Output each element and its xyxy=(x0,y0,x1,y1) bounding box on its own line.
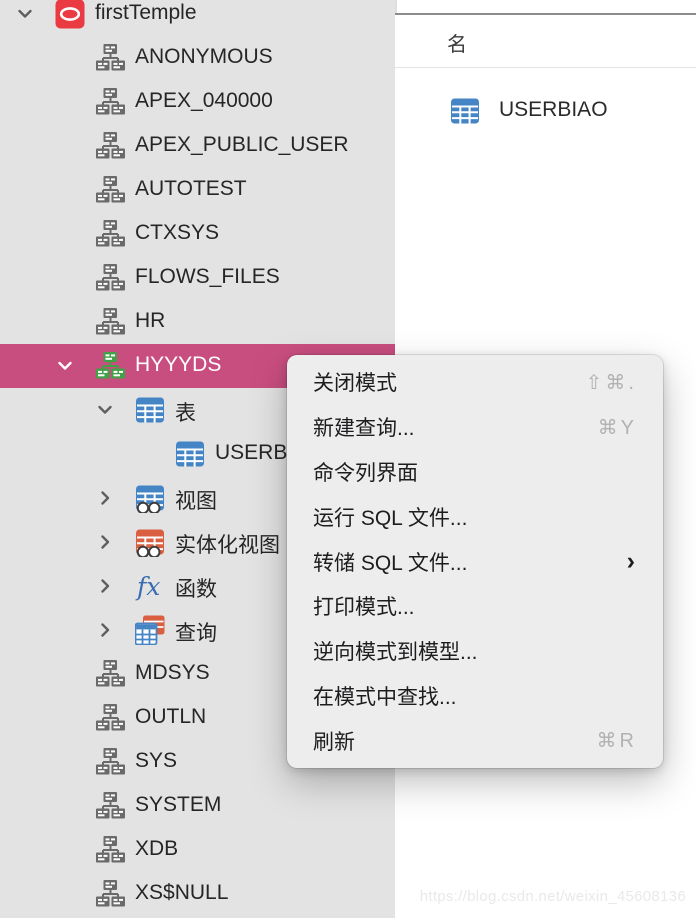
table-icon xyxy=(175,439,205,469)
chevron-right-icon[interactable] xyxy=(94,487,116,509)
menu-item-label: 命令列界面 xyxy=(313,457,418,487)
chevron-down-icon[interactable] xyxy=(94,399,116,421)
watermark: https://blog.csdn.net/weixin_45608136 xyxy=(420,888,686,905)
table-icon xyxy=(450,96,480,126)
tree-item-schema-autotest[interactable]: AUTOTEST xyxy=(0,168,395,212)
menu-item-find-in-schema[interactable]: 在模式中查找... xyxy=(287,673,663,718)
table-icon xyxy=(135,395,165,425)
schema-icon xyxy=(95,175,125,205)
schema-icon xyxy=(95,307,125,337)
function-icon: fx xyxy=(135,571,165,601)
tree-item-label: 视图 xyxy=(175,485,217,515)
menu-item-new-query[interactable]: 新建查询... ⌘Y xyxy=(287,405,663,450)
tree-item-schema-apex-public-user[interactable]: APEX_PUBLIC_USER xyxy=(0,124,395,168)
tree-item-label: APEX_040000 xyxy=(135,89,273,113)
tree-item-label: APEX_PUBLIC_USER xyxy=(135,133,349,157)
tree-item-label: AUTOTEST xyxy=(135,177,247,201)
chevron-down-icon[interactable] xyxy=(54,355,76,377)
tree-item-label: SYS xyxy=(135,749,177,773)
menu-item-label: 逆向模式到模型... xyxy=(313,636,478,666)
chevron-down-icon[interactable] xyxy=(14,3,36,25)
menu-item-label: 转储 SQL 文件... xyxy=(313,547,467,577)
tree-item-label: XS$NULL xyxy=(135,881,228,905)
menu-item-reverse-schema-to-model[interactable]: 逆向模式到模型... xyxy=(287,629,663,674)
menu-item-label: 打印模式... xyxy=(313,591,415,621)
tree-item-label: SYSTEM xyxy=(135,793,221,817)
schema-icon xyxy=(95,87,125,117)
oracle-connection-icon xyxy=(55,0,85,29)
tree-item-label: MDSYS xyxy=(135,661,210,685)
tree-item-schema-flows-files[interactable]: FLOWS_FILES xyxy=(0,256,395,300)
chevron-right-icon[interactable] xyxy=(94,531,116,553)
tree-item-label: HYYYDS xyxy=(135,353,221,377)
schema-icon xyxy=(95,131,125,161)
chevron-right-icon[interactable] xyxy=(94,575,116,597)
panel-top-border xyxy=(395,13,696,15)
menu-item-run-sql-file[interactable]: 运行 SQL 文件... xyxy=(287,494,663,539)
tree-item-schema-anonymous[interactable]: ANONYMOUS xyxy=(0,36,395,80)
submenu-arrow-icon: › xyxy=(627,549,635,574)
schema-icon xyxy=(95,263,125,293)
column-header-name[interactable]: 名 xyxy=(447,28,467,57)
svg-text:fx: fx xyxy=(135,572,160,601)
menu-item-command-line-interface[interactable]: 命令列界面 xyxy=(287,450,663,495)
tree-item-label: ANONYMOUS xyxy=(135,45,273,69)
tree-item-label: 实体化视图 xyxy=(175,529,280,559)
tree-item-label: firstTemple xyxy=(95,1,197,25)
panel-left-edge-line xyxy=(395,0,397,13)
tree-item-label: 查询 xyxy=(175,617,217,647)
tree-item-connection-firsttemple[interactable]: firstTemple xyxy=(0,0,395,36)
tree-item-schema-ctxsys[interactable]: CTXSYS xyxy=(0,212,395,256)
app-window: firstTemple ANONYMOUS APEX_040000 APEX_P… xyxy=(0,0,696,918)
menu-item-label: 刷新 xyxy=(313,726,355,756)
menu-item-dump-sql-file[interactable]: 转储 SQL 文件... › xyxy=(287,539,663,584)
query-icon xyxy=(135,615,165,645)
tree-item-label: 函数 xyxy=(175,573,217,603)
menu-item-refresh[interactable]: 刷新 ⌘R xyxy=(287,718,663,763)
menu-item-label: 在模式中查找... xyxy=(313,681,457,711)
menu-item-shortcut: ⇧⌘. xyxy=(586,370,637,395)
context-menu: 关闭模式 ⇧⌘. 新建查询... ⌘Y 命令列界面运行 SQL 文件... 转储 SQL … xyxy=(287,355,663,768)
menu-item-print-schema[interactable]: 打印模式... xyxy=(287,584,663,629)
schema-icon xyxy=(95,703,125,733)
menu-item-label: 新建查询... xyxy=(313,412,415,442)
materialized-view-icon xyxy=(135,527,165,557)
schema-icon xyxy=(95,791,125,821)
object-userbiao[interactable]: USERBIAO xyxy=(395,89,696,133)
tree-item-schema-apex-040000[interactable]: APEX_040000 xyxy=(0,80,395,124)
schema-active-icon xyxy=(95,351,125,381)
schema-icon xyxy=(95,659,125,689)
schema-icon xyxy=(95,879,125,909)
tree-item-schema-system[interactable]: SYSTEM xyxy=(0,784,395,828)
schema-icon xyxy=(95,219,125,249)
menu-item-label: 关闭模式 xyxy=(313,367,397,397)
tree-item-label: XDB xyxy=(135,837,178,861)
menu-item-shortcut: ⌘Y xyxy=(598,415,637,440)
column-header-separator xyxy=(395,67,696,68)
tree-item-label: CTXSYS xyxy=(135,221,219,245)
schema-icon xyxy=(95,835,125,865)
view-icon xyxy=(135,483,165,513)
tree-item-label: OUTLN xyxy=(135,705,206,729)
tree-item-label: FLOWS_FILES xyxy=(135,265,280,289)
menu-item-shortcut: ⌘R xyxy=(597,728,637,753)
menu-item-close-schema[interactable]: 关闭模式 ⇧⌘. xyxy=(287,360,663,405)
tree-item-label: 表 xyxy=(175,397,196,427)
tree-item-label: HR xyxy=(135,309,165,333)
tree-item-schema-xsnull[interactable]: XS$NULL xyxy=(0,872,395,916)
schema-icon xyxy=(95,43,125,73)
tree-item-schema-hr[interactable]: HR xyxy=(0,300,395,344)
chevron-right-icon[interactable] xyxy=(94,619,116,641)
object-label: USERBIAO xyxy=(499,98,608,122)
schema-icon xyxy=(95,747,125,777)
menu-item-label: 运行 SQL 文件... xyxy=(313,502,467,532)
tree-item-schema-xdb[interactable]: XDB xyxy=(0,828,395,872)
